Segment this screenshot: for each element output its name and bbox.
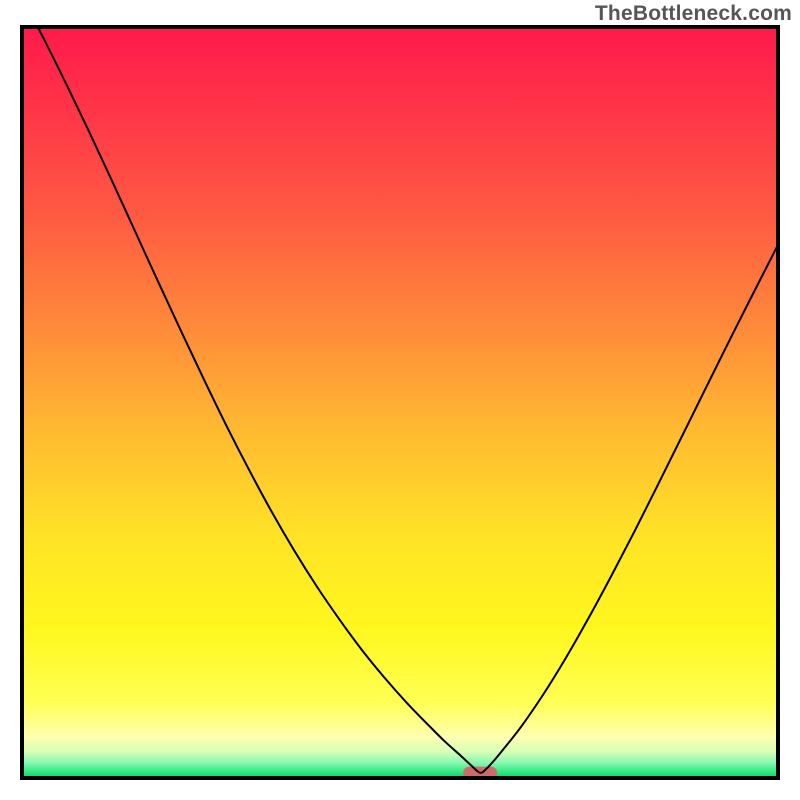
chart-container: TheBottleneck.com [0, 0, 800, 800]
bottleneck-chart [0, 0, 800, 800]
gradient-background [22, 27, 778, 778]
watermark-text: TheBottleneck.com [595, 2, 792, 26]
